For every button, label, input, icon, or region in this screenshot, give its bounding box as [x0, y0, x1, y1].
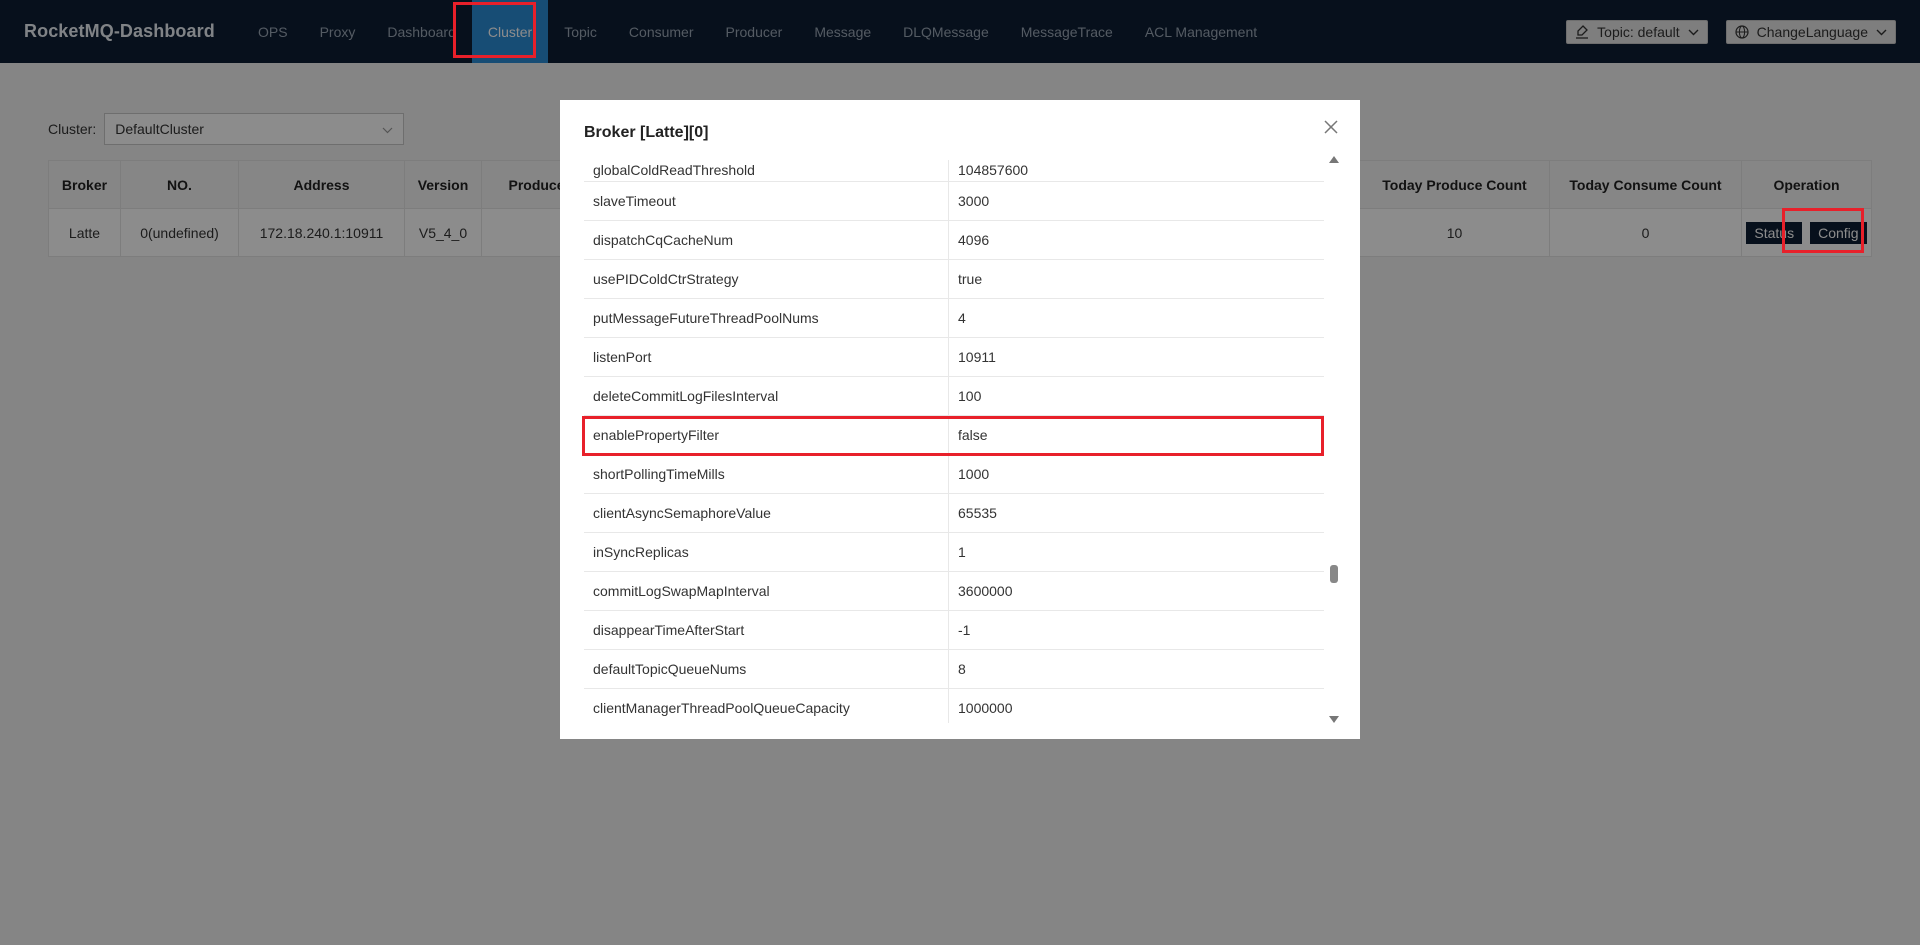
- close-icon[interactable]: [1322, 118, 1340, 136]
- config-row: commitLogSwapMapInterval 3600000: [584, 572, 1324, 611]
- config-value: 1: [958, 544, 966, 560]
- config-value: true: [958, 271, 983, 287]
- scroll-down-arrow-icon[interactable]: [1329, 716, 1339, 723]
- config-row: clientAsyncSemaphoreValue 65535: [584, 494, 1324, 533]
- config-row: defaultTopicQueueNums 8: [584, 650, 1324, 689]
- config-value: 10911: [958, 349, 996, 365]
- config-row: usePIDColdCtrStrategy true: [584, 260, 1324, 299]
- config-row: dispatchCqCacheNum 4096: [584, 221, 1324, 260]
- config-key: putMessageFutureThreadPoolNums: [584, 299, 949, 337]
- config-key: globalColdReadThreshold: [584, 160, 949, 181]
- config-value: 4096: [958, 232, 990, 248]
- config-key: listenPort: [584, 338, 949, 376]
- config-row: deleteCommitLogFilesInterval 100: [584, 377, 1324, 416]
- highlight-enable-property-filter-row: [582, 416, 1324, 456]
- config-value: 3600000: [958, 583, 1013, 599]
- config-key: usePIDColdCtrStrategy: [584, 260, 949, 298]
- config-key: slaveTimeout: [584, 182, 949, 220]
- config-key: disappearTimeAfterStart: [584, 611, 949, 649]
- config-key: clientAsyncSemaphoreValue: [584, 494, 949, 532]
- config-row: globalColdReadThreshold 104857600: [584, 160, 1324, 182]
- config-value: 3000: [958, 193, 990, 209]
- config-row: slaveTimeout 3000: [584, 182, 1324, 221]
- config-value: 4: [958, 310, 966, 326]
- modal-title: Broker [Latte][0]: [584, 124, 709, 141]
- config-key: inSyncReplicas: [584, 533, 949, 571]
- highlight-cluster-tab: [453, 2, 536, 58]
- config-value: 104857600: [958, 162, 1029, 178]
- scroll-up-arrow-icon[interactable]: [1329, 156, 1339, 163]
- config-value: 1000000: [958, 700, 1013, 716]
- config-row: putMessageFutureThreadPoolNums 4: [584, 299, 1324, 338]
- scrollbar-thumb[interactable]: [1330, 565, 1338, 583]
- config-scrollbar[interactable]: [1326, 156, 1342, 723]
- config-value: 100: [958, 388, 982, 404]
- config-value: 8: [958, 661, 966, 677]
- config-key: defaultTopicQueueNums: [584, 650, 949, 688]
- config-key: commitLogSwapMapInterval: [584, 572, 949, 610]
- config-row: shortPollingTimeMills 1000: [584, 455, 1324, 494]
- highlight-config-button: [1782, 208, 1864, 253]
- config-value: 65535: [958, 505, 997, 521]
- config-key: dispatchCqCacheNum: [584, 221, 949, 259]
- config-row: listenPort 10911: [584, 338, 1324, 377]
- config-key: deleteCommitLogFilesInterval: [584, 377, 949, 415]
- config-value: -1: [958, 622, 971, 638]
- config-value: 1000: [958, 466, 990, 482]
- config-key: clientManagerThreadPoolQueueCapacity: [584, 689, 949, 723]
- config-row: disappearTimeAfterStart -1: [584, 611, 1324, 650]
- config-row: inSyncReplicas 1: [584, 533, 1324, 572]
- config-key: shortPollingTimeMills: [584, 455, 949, 493]
- config-row: clientManagerThreadPoolQueueCapacity 100…: [584, 689, 1324, 723]
